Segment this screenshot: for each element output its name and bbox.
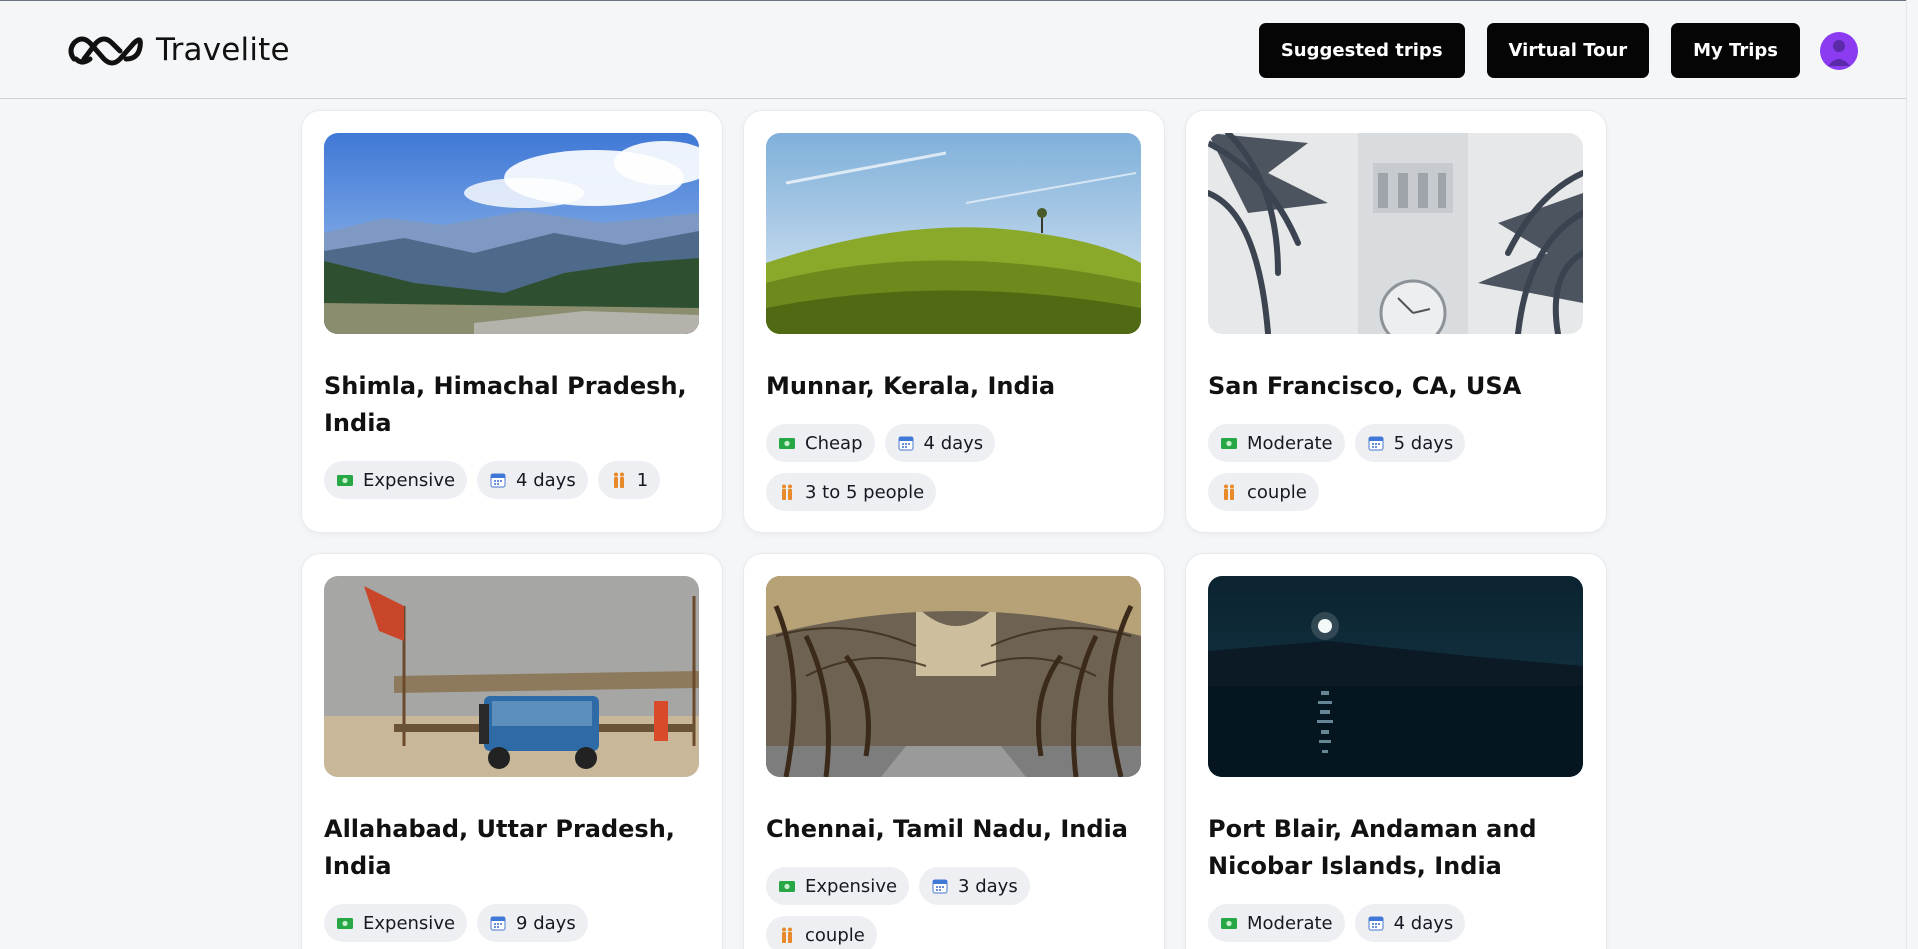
- trip-tags: Expensive 3 days couple: [766, 867, 1146, 949]
- travelers-label: couple: [805, 924, 865, 946]
- trip-tags: Moderate 4 days: [1208, 904, 1588, 949]
- money-icon: [779, 438, 795, 449]
- travelers-label: couple: [1247, 481, 1307, 503]
- money-icon: [1221, 918, 1237, 929]
- duration-chip: 4 days: [477, 461, 588, 499]
- calendar-icon: [932, 879, 948, 894]
- brand-name: Travelite: [156, 32, 290, 68]
- people-icon: [1224, 484, 1234, 500]
- duration-chip: 9 days: [477, 904, 588, 942]
- trip-photo: [1208, 576, 1583, 777]
- trip-tags: Moderate 5 days couple: [1208, 424, 1588, 522]
- duration-chip: 4 days: [1354, 904, 1466, 942]
- vertical-scrollbar[interactable]: [1906, 0, 1918, 949]
- trip-photo: [324, 133, 699, 334]
- trip-title: Allahabad, Uttar Pradesh, India: [324, 815, 675, 880]
- trip-card[interactable]: Chennai, Tamil Nadu, India Expensive 3 d…: [744, 554, 1164, 949]
- travelers-label: 1: [636, 469, 649, 491]
- travelers-label: 3 to 5 people: [805, 481, 925, 503]
- trip-photo: [324, 576, 699, 777]
- money-icon: [337, 475, 353, 486]
- app-window: Travelite Suggested trips Virtual Tour M…: [0, 0, 1918, 949]
- infinity-logo-icon: [68, 36, 143, 66]
- budget-label: Moderate: [1247, 912, 1333, 934]
- trip-photo: [766, 576, 1141, 777]
- budget-label: Moderate: [1247, 432, 1333, 454]
- duration-label: 4 days: [1393, 912, 1454, 934]
- budget-chip: Moderate: [1208, 904, 1345, 942]
- trip-card[interactable]: San Francisco, CA, USA Moderate 5 days c…: [1186, 111, 1606, 532]
- brand[interactable]: Travelite: [64, 29, 290, 71]
- trip-tags: Expensive 4 days 1: [324, 461, 704, 510]
- duration-chip: 3 days: [919, 867, 1030, 905]
- people-icon: [782, 927, 792, 943]
- trip-title: Chennai, Tamil Nadu, India: [766, 815, 1128, 843]
- duration-chip: 4 days: [884, 424, 996, 462]
- trip-photo: [766, 133, 1141, 334]
- travelers-chip: 1: [597, 461, 661, 499]
- virtual-tour-button[interactable]: Virtual Tour: [1486, 23, 1650, 78]
- budget-label: Expensive: [805, 875, 898, 897]
- top-navbar: Travelite Suggested trips Virtual Tour M…: [0, 0, 1906, 99]
- duration-label: 9 days: [516, 912, 576, 934]
- trip-tags: Expensive 9 days: [324, 904, 704, 949]
- money-icon: [779, 881, 795, 892]
- trip-title: San Francisco, CA, USA: [1208, 372, 1522, 400]
- duration-label: 4 days: [923, 432, 984, 454]
- duration-label: 4 days: [516, 469, 576, 491]
- suggested-trips-button[interactable]: Suggested trips: [1258, 23, 1465, 78]
- travelers-chip: couple: [766, 916, 877, 949]
- budget-chip: Expensive: [324, 461, 468, 499]
- budget-chip: Cheap: [766, 424, 875, 462]
- budget-chip: Expensive: [766, 867, 910, 905]
- trip-title: Shimla, Himachal Pradesh, India: [324, 372, 687, 437]
- trip-tags: Cheap 4 days 3 to 5 people: [766, 424, 1146, 522]
- budget-label: Cheap: [805, 432, 863, 454]
- travelers-chip: 3 to 5 people: [766, 473, 937, 511]
- calendar-icon: [897, 436, 914, 451]
- calendar-icon: [490, 916, 506, 931]
- trip-card[interactable]: Munnar, Kerala, India Cheap 4 days 3 to …: [744, 111, 1164, 532]
- trip-title: Port Blair, Andaman and Nicobar Islands,…: [1208, 815, 1537, 880]
- budget-label: Expensive: [363, 469, 456, 491]
- travelers-chip: couple: [1208, 473, 1319, 511]
- my-trips-button[interactable]: My Trips: [1671, 23, 1800, 78]
- calendar-icon: [490, 473, 506, 488]
- money-icon: [337, 918, 353, 929]
- main-nav: Suggested trips Virtual Tour My Trips: [1258, 23, 1858, 78]
- duration-chip: 5 days: [1354, 424, 1466, 462]
- trip-card[interactable]: Allahabad, Uttar Pradesh, India Expensiv…: [302, 554, 722, 949]
- user-avatar[interactable]: [1820, 31, 1858, 70]
- user-icon: [1828, 39, 1850, 66]
- money-icon: [1221, 438, 1237, 449]
- trip-card[interactable]: Port Blair, Andaman and Nicobar Islands,…: [1186, 554, 1606, 949]
- trip-title: Munnar, Kerala, India: [766, 372, 1056, 400]
- trip-photo: [1208, 133, 1583, 334]
- duration-label: 5 days: [1393, 432, 1454, 454]
- duration-label: 3 days: [958, 875, 1018, 897]
- calendar-icon: [1368, 436, 1384, 451]
- budget-chip: Expensive: [324, 904, 468, 942]
- trip-card[interactable]: Shimla, Himachal Pradesh, India Expensiv…: [302, 111, 722, 532]
- people-icon: [613, 472, 624, 488]
- people-icon: [782, 484, 792, 500]
- budget-chip: Moderate: [1208, 424, 1345, 462]
- calendar-icon: [1368, 916, 1384, 931]
- budget-label: Expensive: [363, 912, 456, 934]
